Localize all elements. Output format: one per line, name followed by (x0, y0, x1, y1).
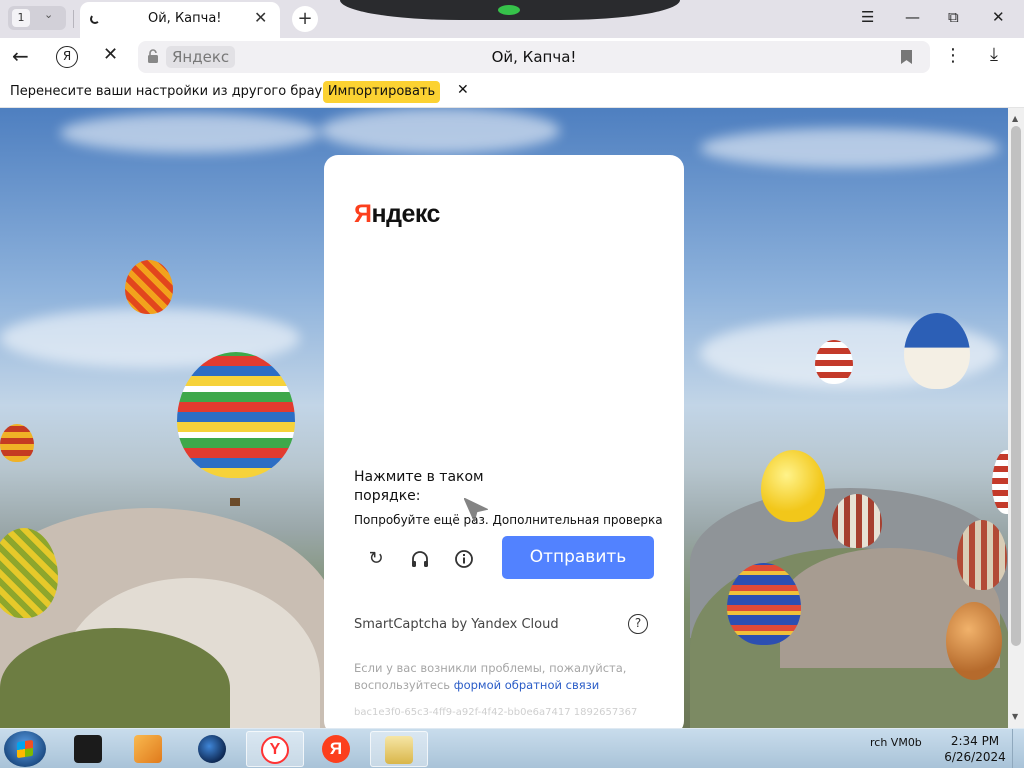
tab-count: 1 (12, 9, 30, 27)
globe-icon (198, 735, 226, 763)
logo-rest: ндекс (371, 200, 440, 228)
cloud (320, 108, 560, 153)
terminal-icon (74, 735, 102, 763)
yandex-icon[interactable]: Я (56, 46, 78, 68)
hamster-mascot (946, 602, 1002, 680)
balloon-basket (230, 498, 240, 506)
page-scrollbar[interactable]: ▲ ▼ (1008, 108, 1024, 728)
yandex-logo: Яндекс (354, 200, 440, 229)
window-close-icon[interactable]: ✕ (992, 8, 1005, 26)
taskbar-app-terminal[interactable] (60, 731, 118, 767)
scroll-thumb[interactable] (1011, 126, 1021, 646)
download-icon[interactable]: ⤓ (990, 44, 998, 65)
infobar-message: Перенесите ваши настройки из другого бра… (10, 84, 358, 99)
clock-time[interactable]: 2:34 PM (942, 734, 1008, 748)
stop-icon[interactable]: ✕ (103, 44, 118, 65)
taskbar: Y Я rch VM0b 2:34 PM 6/26/2024 (0, 728, 1024, 768)
taskbar-app-globe[interactable] (184, 731, 242, 767)
hamburger-icon[interactable]: ☰ (861, 8, 874, 26)
refresh-icon[interactable]: ↻ (366, 549, 386, 569)
screen-notch (340, 0, 680, 20)
hot-air-balloon (125, 260, 173, 314)
hot-air-balloon (832, 494, 882, 548)
hot-air-balloon (992, 450, 1008, 514)
logo-initial: Я (354, 200, 372, 228)
hot-air-balloon (815, 340, 853, 384)
cloud (700, 128, 1000, 168)
cloud (60, 113, 320, 153)
back-arrow-icon[interactable]: ← (12, 44, 29, 68)
restore-icon[interactable]: ⧉ (948, 8, 959, 26)
clock-date[interactable]: 6/26/2024 (942, 750, 1008, 764)
captcha-instruction: Нажмите в таком порядке: (354, 469, 484, 504)
scroll-down-icon[interactable]: ▼ (1012, 712, 1018, 721)
loading-spinner-icon (90, 14, 100, 24)
captcha-brand: SmartCaptcha by Yandex Cloud (354, 617, 559, 632)
chevron-down-icon: ⌄ (44, 8, 54, 21)
taskbar-app-explorer[interactable] (370, 731, 428, 767)
tab-separator (73, 10, 74, 28)
hot-air-balloon (904, 313, 970, 389)
taskbar-app-media[interactable] (120, 731, 178, 767)
taskbar-app-yandex[interactable]: Я (308, 731, 366, 767)
hot-air-balloon (761, 450, 825, 522)
hot-air-balloon (0, 424, 34, 462)
hot-air-balloon (957, 520, 1007, 590)
media-player-icon (134, 735, 162, 763)
windows-flag-icon (17, 739, 33, 759)
captcha-retry-message: Попробуйте ещё раз. Дополнительная прове… (354, 513, 663, 527)
address-bar[interactable]: Яндекс Ой, Капча! (138, 41, 930, 73)
import-infobar: Перенесите ваши настройки из другого бра… (0, 76, 1024, 108)
tray-label: rch VM0b (870, 736, 922, 749)
submit-button[interactable]: Отправить (502, 536, 654, 579)
close-icon[interactable]: ✕ (254, 8, 267, 27)
captcha-card: Яндекс Нажмите в таком порядке: Попробуй… (324, 155, 684, 735)
tab-active[interactable]: Ой, Капча! ✕ (80, 2, 280, 38)
folder-icon (385, 736, 413, 764)
taskbar-app-yandex-browser[interactable]: Y (246, 731, 304, 767)
address-page-title: Ой, Капча! (491, 48, 577, 66)
minimize-icon[interactable]: — (905, 8, 920, 26)
info-icon[interactable] (454, 549, 474, 569)
kebab-icon[interactable]: ⋮ (944, 45, 962, 66)
hot-air-balloon (177, 352, 295, 478)
tab-title: Ой, Капча! (148, 11, 222, 26)
browser-toolbar: ← Я ✕ Яндекс Ой, Капча! ⋮ ⤓ (0, 38, 1024, 76)
tab-counter-button[interactable]: 1 ⌄ (8, 6, 66, 30)
show-desktop-button[interactable] (1012, 729, 1024, 768)
system-tray[interactable]: rch VM0b (860, 731, 940, 767)
new-tab-button[interactable]: + (292, 6, 318, 32)
yandex-icon: Я (322, 735, 350, 763)
scroll-up-icon[interactable]: ▲ (1012, 114, 1018, 123)
windows-start-icon[interactable] (4, 731, 46, 767)
feedback-note: Если у вас возникли проблемы, пожалуйста… (354, 660, 644, 694)
help-icon[interactable]: ? (628, 614, 648, 634)
hot-air-balloon (727, 563, 801, 645)
import-button[interactable]: Импортировать (323, 81, 440, 103)
notch-indicator (498, 5, 520, 15)
plus-icon: + (297, 8, 313, 29)
close-icon[interactable]: ✕ (457, 82, 469, 98)
request-id: bac1e3f0-65c3-4ff9-a92f-4f42-bb0e6a7417 … (354, 707, 638, 718)
feedback-link[interactable]: формой обратной связи (454, 678, 599, 692)
tab-strip: 1 ⌄ Ой, Капча! ✕ + ☰ — ⧉ ✕ (0, 0, 1024, 38)
yandex-browser-icon: Y (261, 736, 289, 764)
headphones-icon[interactable] (410, 549, 430, 569)
